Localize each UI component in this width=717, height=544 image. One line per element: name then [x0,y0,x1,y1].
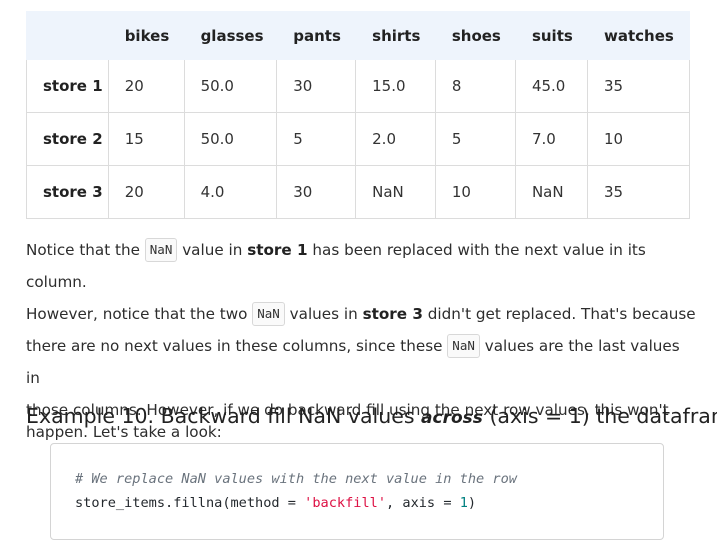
paragraph-text: Notice that the [26,241,140,259]
code-line-comment: # We replace NaN values with the next va… [75,471,517,487]
table-cell: 30 [276,59,357,113]
column-header-shirts: shirts [355,11,436,60]
code-comment: # We replace NaN values with the next va… [75,471,517,487]
table-cell: NaN [355,165,436,219]
table-row: store 3 20 4.0 30 NaN 10 NaN 35 [26,165,691,219]
table-cell: 8 [434,59,516,113]
paragraph-text: didn't get replaced. That's because [427,305,696,323]
code-block[interactable]: # We replace NaN values with the next va… [50,443,664,540]
example-heading: Example 10. Backward fill NaN values acr… [26,404,717,428]
heading-prefix: Example 10. Backward fill NaN values [26,404,415,428]
code-line-call: store_items.fillna(method = 'backfill', … [75,495,476,511]
dataframe-table: bikes glasses pants shirts shoes suits w… [26,11,691,219]
code-operator: = [443,495,452,511]
code-axis-arg: , axis [386,495,436,511]
table-cell: 7.0 [514,112,588,166]
inline-code-nan: NaN [447,334,480,358]
table-row: store 1 20 50.0 30 15.0 8 45.0 35 [26,59,691,113]
column-header-shoes: shoes [434,11,516,60]
table-corner-cell [26,11,109,60]
table-cell: 4.0 [183,165,278,219]
table-cell: 15 [107,112,185,166]
column-header-bikes: bikes [107,11,185,60]
bold-store-label: store 3 [362,305,423,323]
table-cell: 10 [434,165,516,219]
column-header-pants: pants [276,11,357,60]
inline-code-nan: NaN [144,238,178,262]
row-label-store-2: store 2 [26,112,109,166]
column-header-suits: suits [514,11,588,60]
heading-suffix: (axis = 1) the dataframe [489,404,717,428]
table-cell: 35 [586,59,691,113]
table-row: store 2 15 50.0 5 2.0 5 7.0 10 [26,112,691,166]
code-operator: = [287,495,296,511]
row-label-store-1: store 1 [26,59,109,113]
table-cell: NaN [514,165,588,219]
paragraph-text: values in [289,305,358,323]
column-header-glasses: glasses [183,11,278,60]
bold-store-label: store 1 [247,241,308,259]
table-cell: 50.0 [183,112,278,166]
code-number: 1 [459,495,468,511]
table-cell: 35 [586,165,691,219]
table-cell: 2.0 [355,112,436,166]
table-cell: 20 [107,59,185,113]
table-cell: 20 [107,165,185,219]
heading-emphasis: across [421,408,483,428]
table-cell: 5 [434,112,516,166]
table-cell: 30 [276,165,357,219]
table-cell: 15.0 [355,59,436,113]
code-call-prefix: store_items.fillna(method [75,495,280,511]
table-cell: 10 [586,112,691,166]
table-header-row: bikes glasses pants shirts shoes suits w… [26,11,691,60]
code-close-paren: ) [467,495,477,511]
paragraph-text: value in [182,241,243,259]
row-label-store-3: store 3 [26,165,109,219]
code-string: 'backfill' [304,495,387,511]
table-cell: 5 [276,112,357,166]
table-cell: 50.0 [183,59,278,113]
inline-code-nan: NaN [252,302,285,326]
paragraph-text: there are no next values in these column… [26,337,443,355]
column-header-watches: watches [586,11,691,60]
paragraph-text: However, notice that the two [26,305,248,323]
table-cell: 45.0 [514,59,588,113]
